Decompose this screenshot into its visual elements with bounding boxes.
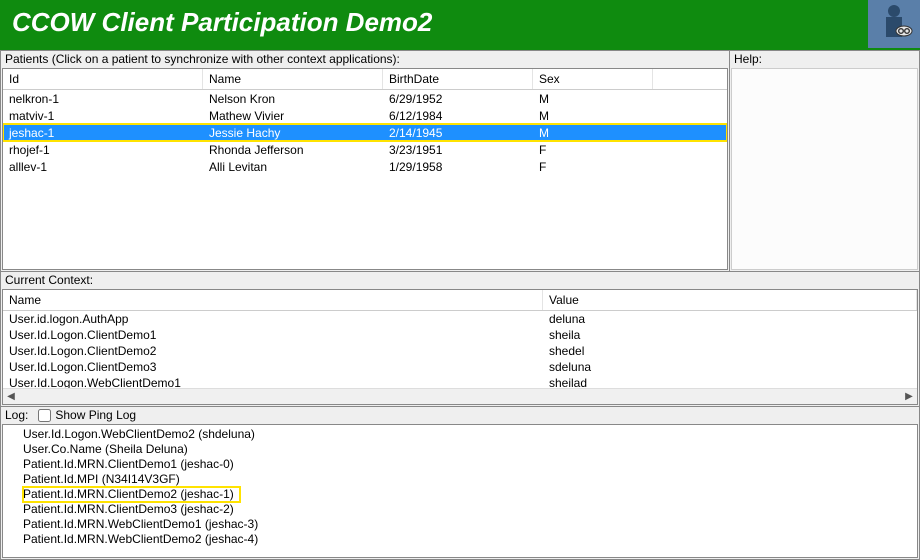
cell-name: Jessie Hachy [203, 125, 383, 141]
cell-sex: M [533, 108, 653, 124]
show-ping-log-label[interactable]: Show Ping Log [38, 408, 136, 422]
context-grid-header[interactable]: Name Value [3, 290, 917, 311]
cell-id: jeshac-1 [3, 125, 203, 141]
show-ping-log-text: Show Ping Log [55, 408, 136, 422]
cell-ctx-name: User.Id.Logon.ClientDemo3 [3, 360, 543, 374]
context-grid-body: User.id.logon.AuthAppdelunaUser.Id.Logon… [3, 311, 917, 388]
help-label: Help: [730, 51, 919, 67]
cell-birthdate: 1/29/1958 [383, 159, 533, 175]
table-row[interactable]: User.Id.Logon.ClientDemo3sdeluna [3, 359, 917, 375]
show-ping-log-checkbox[interactable] [38, 409, 51, 422]
log-line: Patient.Id.MPI (N34I14V3GF) [3, 472, 917, 487]
scroll-right-icon[interactable]: ▶ [901, 389, 917, 405]
cell-ctx-value: deluna [543, 312, 917, 326]
cell-birthdate: 6/12/1984 [383, 108, 533, 124]
cell-ctx-name: User.Id.Logon.ClientDemo2 [3, 344, 543, 358]
table-row[interactable]: User.Id.Logon.ClientDemo1sheila [3, 327, 917, 343]
log-line: User.Co.Name (Sheila Deluna) [3, 442, 917, 457]
patients-pane: Patients (Click on a patient to synchron… [0, 50, 730, 272]
col-header-id[interactable]: Id [3, 69, 203, 89]
scroll-left-icon[interactable]: ◀ [3, 389, 19, 405]
cell-id: nelkron-1 [3, 91, 203, 107]
cell-ctx-value: sdeluna [543, 360, 917, 374]
table-row[interactable]: matviv-1Mathew Vivier6/12/1984M [3, 107, 727, 124]
log-label: Log: [5, 408, 28, 422]
context-label: Current Context: [1, 272, 919, 288]
context-grid[interactable]: Name Value User.id.logon.AuthAppdelunaUs… [2, 289, 918, 405]
upper-panes: Patients (Click on a patient to synchron… [0, 50, 920, 272]
log-line: Patient.Id.MRN.ClientDemo2 (jeshac-1) [23, 487, 240, 502]
cell-sex: M [533, 125, 653, 141]
cell-sex: M [533, 91, 653, 107]
col-header-birthdate[interactable]: BirthDate [383, 69, 533, 89]
cell-ctx-name: User.Id.Logon.ClientDemo1 [3, 328, 543, 342]
cell-ctx-name: User.id.logon.AuthApp [3, 312, 543, 326]
table-row[interactable]: User.Id.Logon.ClientDemo2shedel [3, 343, 917, 359]
table-row[interactable]: User.Id.Logon.WebClientDemo1sheilad [3, 375, 917, 388]
table-row[interactable]: User.id.logon.AuthAppdeluna [3, 311, 917, 327]
cell-id: matviv-1 [3, 108, 203, 124]
cell-ctx-value: sheilad [543, 376, 917, 388]
log-line: Patient.Id.MRN.WebClientDemo2 (jeshac-4) [3, 532, 917, 547]
app-title: CCOW Client Participation Demo2 [12, 7, 432, 38]
log-line: User.Id.Logon.WebClientDemo2 (shdeluna) [3, 427, 917, 442]
cell-id: alllev-1 [3, 159, 203, 175]
cell-name: Rhonda Jefferson [203, 142, 383, 158]
log-header: Log: Show Ping Log [1, 407, 919, 423]
log-line: Patient.Id.MRN.WebClientDemo1 (jeshac-3) [3, 517, 917, 532]
cell-birthdate: 6/29/1952 [383, 91, 533, 107]
cell-sex: F [533, 142, 653, 158]
cell-birthdate: 3/23/1951 [383, 142, 533, 158]
table-row[interactable]: rhojef-1Rhonda Jefferson3/23/1951F [3, 141, 727, 158]
patients-grid[interactable]: Id Name BirthDate Sex nelkron-1Nelson Kr… [2, 68, 728, 270]
table-row[interactable]: nelkron-1Nelson Kron6/29/1952M [3, 90, 727, 107]
col-header-ctx-value[interactable]: Value [543, 290, 917, 310]
table-row[interactable]: alllev-1Alli Levitan1/29/1958F [3, 158, 727, 175]
patients-label: Patients (Click on a patient to synchron… [1, 51, 729, 67]
cell-ctx-value: shedel [543, 344, 917, 358]
log-line: Patient.Id.MRN.ClientDemo1 (jeshac-0) [3, 457, 917, 472]
cell-name: Alli Levitan [203, 159, 383, 175]
link-status-icon[interactable] [868, 0, 920, 48]
context-pane: Current Context: Name Value User.id.logo… [0, 272, 920, 407]
col-header-name[interactable]: Name [203, 69, 383, 89]
cell-name: Mathew Vivier [203, 108, 383, 124]
log-line: Patient.Id.MRN.ClientDemo3 (jeshac-2) [3, 502, 917, 517]
col-header-sex[interactable]: Sex [533, 69, 653, 89]
cell-ctx-name: User.Id.Logon.WebClientDemo1 [3, 376, 543, 388]
patients-grid-body: nelkron-1Nelson Kron6/29/1952Mmatviv-1Ma… [3, 90, 727, 175]
cell-birthdate: 2/14/1945 [383, 125, 533, 141]
help-content [731, 68, 918, 270]
context-hscrollbar[interactable]: ◀ ▶ [3, 388, 917, 404]
cell-name: Nelson Kron [203, 91, 383, 107]
cell-ctx-value: sheila [543, 328, 917, 342]
cell-sex: F [533, 159, 653, 175]
help-pane: Help: [730, 50, 920, 272]
log-pane: Log: Show Ping Log User.Id.Logon.WebClie… [0, 407, 920, 560]
title-bar: CCOW Client Participation Demo2 [0, 0, 920, 50]
patients-grid-header[interactable]: Id Name BirthDate Sex [3, 69, 727, 90]
cell-id: rhojef-1 [3, 142, 203, 158]
col-header-ctx-name[interactable]: Name [3, 290, 543, 310]
log-body[interactable]: User.Id.Logon.WebClientDemo2 (shdeluna)U… [2, 424, 918, 558]
table-row[interactable]: jeshac-1Jessie Hachy2/14/1945M [3, 124, 727, 141]
